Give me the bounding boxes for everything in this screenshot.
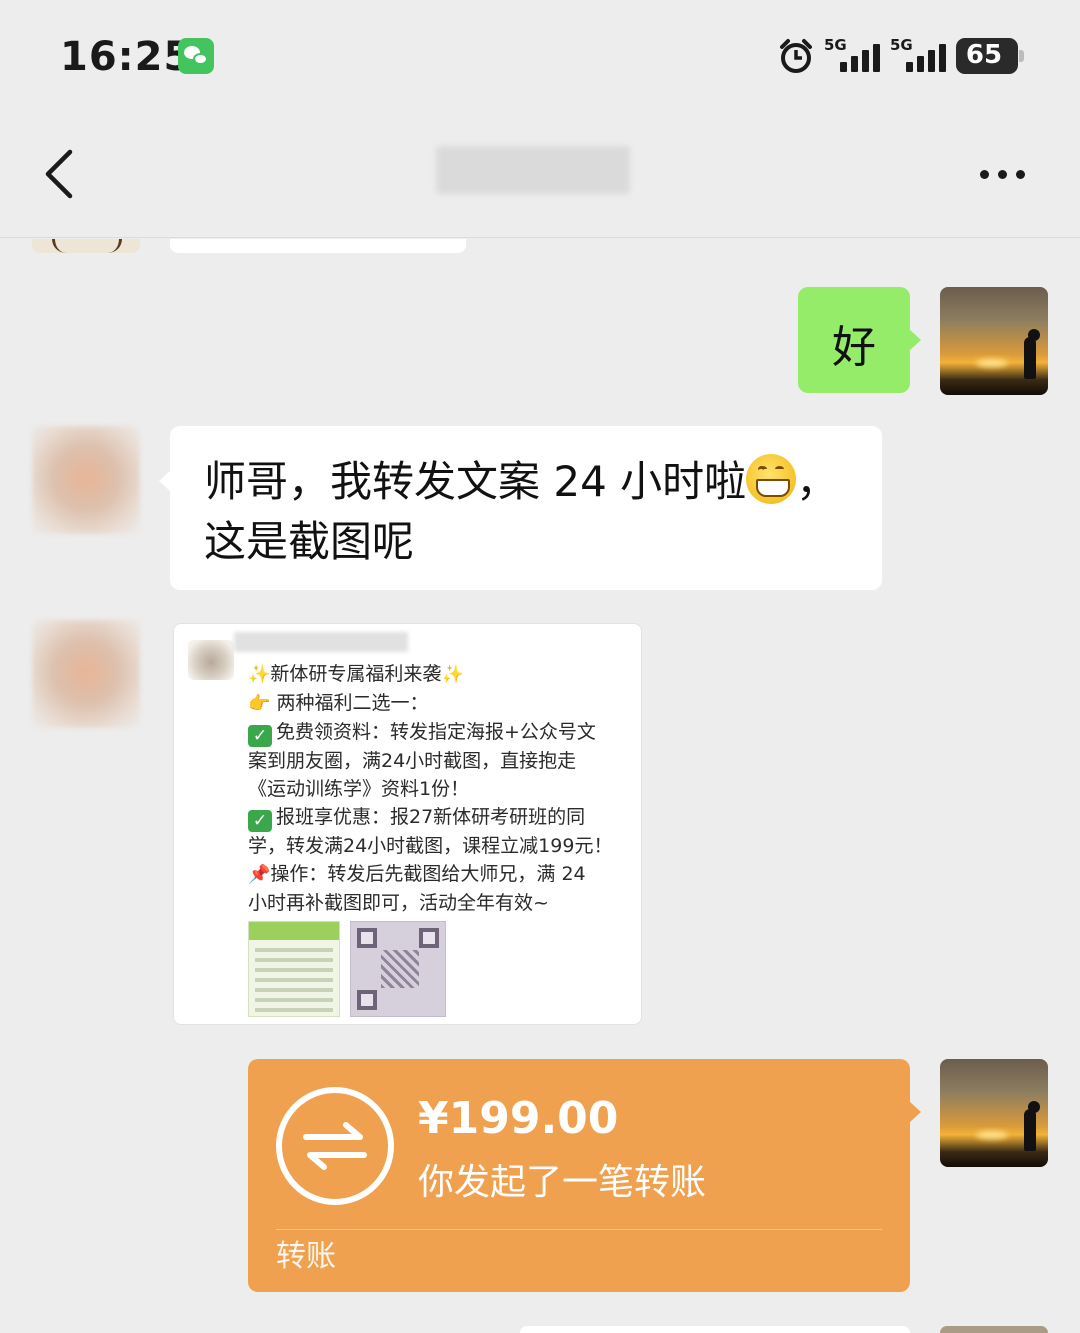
check-mark-icon: ✓	[248, 810, 272, 832]
divider	[276, 1229, 882, 1230]
self-avatar[interactable]	[940, 1059, 1048, 1167]
post-author	[234, 632, 408, 652]
sparkle-icon: ✨	[248, 664, 271, 685]
transfer-label: 转账	[276, 1239, 336, 1274]
check-mark-icon: ✓	[248, 725, 272, 747]
self-avatar[interactable]	[940, 287, 1048, 395]
transfer-icon	[276, 1087, 394, 1205]
post-line: 《运动训练学》资料1份！	[248, 778, 470, 800]
signal-label: 5G	[824, 36, 847, 54]
message-text: 师哥，我转发文案 24 小时啦	[204, 457, 747, 506]
message-line: 这是截图呢	[204, 512, 854, 572]
post-line: 操作：转发后先截图给大师兄，满 24	[270, 863, 586, 885]
battery-level: 65	[965, 40, 1003, 70]
sent-message-bubble[interactable]: 好	[798, 287, 921, 393]
qr-code-thumbnail	[350, 921, 446, 1017]
avatar[interactable]	[32, 239, 140, 253]
post-line: 报班享优惠：报27新体研考研班的同	[276, 806, 586, 828]
grinning-face-emoji	[746, 454, 797, 504]
message-text: ，	[796, 457, 839, 506]
chevron-left-icon[interactable]	[40, 146, 80, 202]
post-line: 两种福利二选一：	[276, 692, 429, 714]
pointing-hand-icon: 👉	[248, 693, 271, 714]
post-line: 免费领资料：转发指定海报+公众号文	[276, 721, 596, 743]
post-line: 案到朋友圈，满24小时截图，直接抱走	[248, 750, 577, 772]
contact-avatar[interactable]	[32, 426, 140, 534]
contact-avatar[interactable]	[32, 620, 140, 728]
message-text: 这是截图呢	[204, 517, 415, 566]
signal-icon: 5G	[824, 36, 884, 76]
status-time: 16:25	[60, 34, 193, 80]
transfer-description: 你发起了一笔转账	[418, 1162, 707, 1203]
post-line: 新体研专属福利来袭	[270, 663, 442, 685]
image-message[interactable]: ✨新体研专属福利来袭✨ 👉 两种福利二选一： ✓ 免费领资料：转发指定海报+公众号…	[173, 623, 642, 1025]
message-bubble[interactable]	[520, 1326, 910, 1333]
status-bar: 16:25 5G 5G 65	[0, 0, 1080, 110]
transfer-card[interactable]: ¥199.00 你发起了一笔转账 转账	[248, 1059, 921, 1292]
chat-header	[0, 110, 1080, 238]
message-text: 好	[832, 322, 876, 373]
self-avatar[interactable]	[940, 1326, 1048, 1333]
alarm-icon	[780, 39, 812, 73]
received-message-bubble[interactable]: 师哥，我转发文案 24 小时啦 ， 这是截图呢	[159, 426, 882, 590]
post-avatar	[188, 640, 234, 680]
battery-icon: 65	[956, 38, 1024, 74]
signal-label: 5G	[890, 36, 913, 54]
pushpin-icon: 📌	[248, 864, 271, 885]
post-image-thumbnail	[248, 921, 340, 1017]
message-line: 师哥，我转发文案 24 小时啦 ，	[204, 452, 854, 512]
post-line: 小时再补截图即可，活动全年有效~	[248, 892, 549, 914]
wechat-notification-icon	[178, 38, 214, 74]
message-bubble[interactable]	[170, 239, 466, 253]
chat-title	[436, 146, 630, 194]
sparkle-icon: ✨	[441, 664, 464, 685]
signal-icon: 5G	[890, 36, 950, 76]
more-icon[interactable]	[972, 160, 1032, 190]
post-line: 学，转发满24小时截图，课程立减199元！	[248, 835, 613, 857]
transfer-amount: ¥199.00	[418, 1093, 619, 1144]
post-text: ✨新体研专属福利来袭✨ 👉 两种福利二选一： ✓ 免费领资料：转发指定海报+公众号…	[248, 660, 640, 917]
